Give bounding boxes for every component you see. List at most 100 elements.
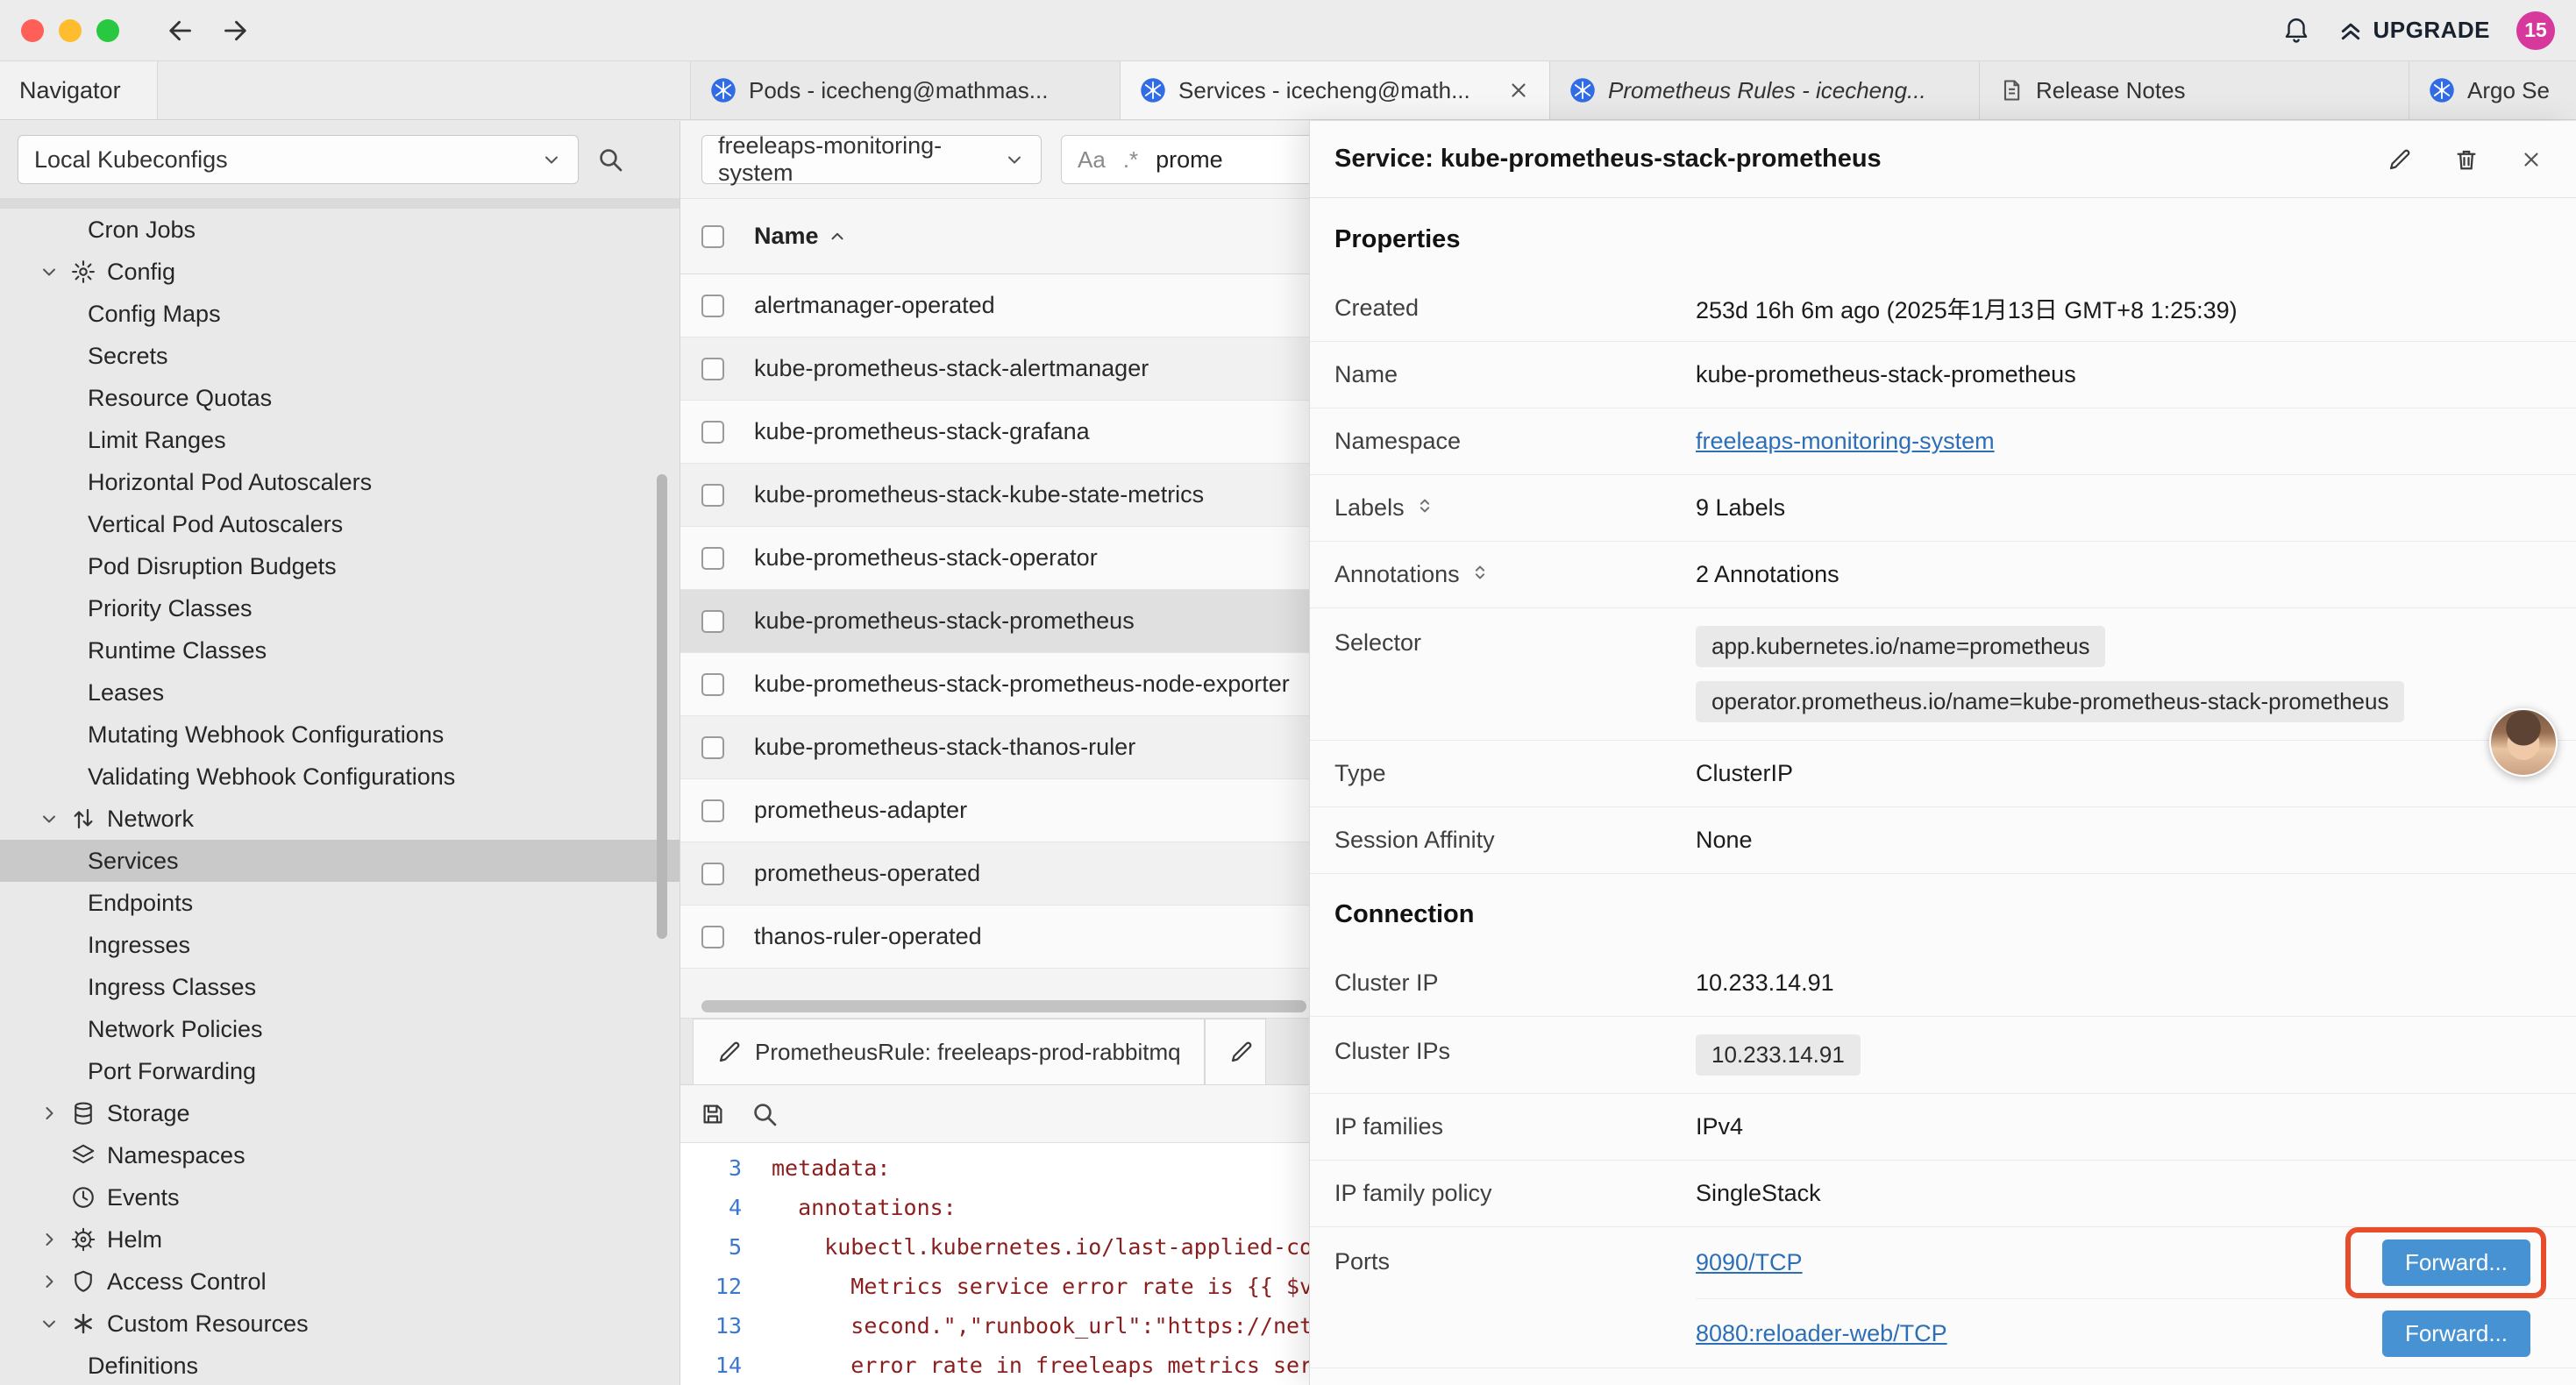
- dock-tab-partial[interactable]: [1205, 1019, 1266, 1084]
- tab-services-icecheng-math[interactable]: Services - icecheng@math...: [1121, 61, 1550, 119]
- sidebar-item-label: Helm: [107, 1226, 162, 1254]
- helm-icon: [70, 1226, 96, 1253]
- save-icon[interactable]: [700, 1101, 726, 1127]
- sidebar-item-ingress-classes[interactable]: Ingress Classes: [0, 966, 680, 1008]
- editor-search-icon[interactable]: [751, 1100, 779, 1128]
- sidebar-item-label: Ingress Classes: [88, 974, 256, 1001]
- sidebar-item-network[interactable]: Network: [0, 798, 680, 840]
- upgrade-button[interactable]: UPGRADE: [2338, 17, 2490, 44]
- tab-prometheus-rules-icecheng[interactable]: Prometheus Rules - icecheng...: [1550, 61, 1980, 119]
- delete-icon[interactable]: [2453, 146, 2480, 173]
- edit-icon[interactable]: [2387, 146, 2413, 173]
- port-link[interactable]: 8080:reloader-web/TCP: [1696, 1320, 2382, 1347]
- sidebar-item-config-maps[interactable]: Config Maps: [0, 293, 680, 335]
- tab-pods-icecheng-mathmas[interactable]: Pods - icecheng@mathmas...: [691, 61, 1121, 119]
- detail-label: Namespace: [1334, 428, 1696, 455]
- sidebar-item-port-forwarding[interactable]: Port Forwarding: [0, 1050, 680, 1092]
- section-heading-connection: Connection: [1310, 874, 2576, 950]
- sidebar-item-horizontal-pod-autoscalers[interactable]: Horizontal Pod Autoscalers: [0, 461, 680, 503]
- row-checkbox[interactable]: [701, 421, 724, 444]
- tab-argo-se[interactable]: Argo Se: [2409, 61, 2576, 119]
- sidebar-item-access-control[interactable]: Access Control: [0, 1261, 680, 1303]
- sidebar-item-ingresses[interactable]: Ingresses: [0, 924, 680, 966]
- row-checkbox[interactable]: [701, 926, 724, 948]
- kubeconfig-selector[interactable]: Local Kubeconfigs: [18, 135, 579, 184]
- detail-value: ClusterIP: [1696, 760, 2576, 787]
- table-search-input[interactable]: Aa .* prome: [1061, 135, 1333, 184]
- forward-button[interactable]: Forward...: [2382, 1310, 2530, 1357]
- row-checkbox[interactable]: [701, 673, 724, 696]
- row-checkbox[interactable]: [701, 799, 724, 822]
- expander-icon[interactable]: [1415, 494, 1434, 522]
- dock-tab-prometheusrule[interactable]: PrometheusRule: freeleaps-prod-rabbitmq: [693, 1019, 1205, 1084]
- detail-value: 253d 16h 6m ago (2025年1月13日 GMT+8 1:25:3…: [1696, 291, 2576, 325]
- close-icon[interactable]: [1507, 79, 1530, 102]
- sidebar-item-helm[interactable]: Helm: [0, 1218, 680, 1261]
- namespace-selector[interactable]: freeleaps-monitoring-system: [701, 135, 1042, 184]
- sidebar-item-leases[interactable]: Leases: [0, 671, 680, 714]
- kubernetes-icon: [710, 77, 737, 103]
- sidebar-item-vertical-pod-autoscalers[interactable]: Vertical Pod Autoscalers: [0, 503, 680, 545]
- row-checkbox[interactable]: [701, 484, 724, 507]
- sidebar-item-resource-quotas[interactable]: Resource Quotas: [0, 377, 680, 419]
- sidebar-item-mutating-webhook-configurations[interactable]: Mutating Webhook Configurations: [0, 714, 680, 756]
- sidebar-item-events[interactable]: Events: [0, 1176, 680, 1218]
- partially-scrolled-item: [0, 198, 680, 209]
- user-avatar[interactable]: [2489, 708, 2558, 777]
- sidebar-item-services[interactable]: Services: [0, 840, 680, 882]
- kubernetes-icon: [1140, 77, 1166, 103]
- row-checkbox[interactable]: [701, 358, 724, 380]
- match-case-toggle[interactable]: Aa: [1078, 146, 1106, 174]
- sidebar-search-icon[interactable]: [596, 146, 624, 174]
- notification-count-badge[interactable]: 15: [2516, 11, 2555, 50]
- back-icon[interactable]: [165, 15, 196, 46]
- row-checkbox[interactable]: [701, 295, 724, 317]
- select-all-checkbox[interactable]: [701, 225, 724, 248]
- forward-icon[interactable]: [219, 15, 251, 46]
- expander-icon[interactable]: [1470, 561, 1490, 588]
- notifications-bell-icon[interactable]: [2281, 16, 2311, 46]
- horizontal-scrollbar[interactable]: [701, 1000, 1306, 1012]
- sidebar-item-network-policies[interactable]: Network Policies: [0, 1008, 680, 1050]
- sidebar-item-storage[interactable]: Storage: [0, 1092, 680, 1134]
- sidebar-item-endpoints[interactable]: Endpoints: [0, 882, 680, 924]
- sidebar-scrollbar[interactable]: [657, 474, 667, 939]
- detail-label: Created: [1334, 295, 1696, 322]
- minimize-window-button[interactable]: [59, 19, 82, 42]
- row-checkbox[interactable]: [701, 610, 724, 633]
- sidebar-item-label: Validating Webhook Configurations: [88, 764, 455, 791]
- sidebar-item-definitions[interactable]: Definitions: [0, 1345, 680, 1385]
- sidebar-item-priority-classes[interactable]: Priority Classes: [0, 587, 680, 629]
- sidebar-item-namespaces[interactable]: Namespaces: [0, 1134, 680, 1176]
- sidebar-item-config[interactable]: Config: [0, 251, 680, 293]
- service-name: alertmanager-operated: [754, 292, 995, 319]
- chevron-down-icon: [39, 261, 60, 282]
- namespace-link[interactable]: freeleaps-monitoring-system: [1696, 428, 1995, 454]
- regex-toggle[interactable]: .*: [1123, 146, 1138, 174]
- row-checkbox[interactable]: [701, 736, 724, 759]
- sidebar-item-secrets[interactable]: Secrets: [0, 335, 680, 377]
- close-icon[interactable]: [2520, 148, 2543, 171]
- zoom-window-button[interactable]: [96, 19, 119, 42]
- sidebar-item-runtime-classes[interactable]: Runtime Classes: [0, 629, 680, 671]
- line-text: metadata:: [772, 1155, 890, 1181]
- sidebar-item-label: Port Forwarding: [88, 1058, 256, 1085]
- port-link[interactable]: 9090/TCP: [1696, 1249, 2345, 1276]
- sidebar-item-validating-webhook-configurations[interactable]: Validating Webhook Configurations: [0, 756, 680, 798]
- name-column-header[interactable]: Name: [754, 223, 847, 250]
- row-checkbox[interactable]: [701, 863, 724, 885]
- close-window-button[interactable]: [21, 19, 44, 42]
- sidebar-item-label: Horizontal Pod Autoscalers: [88, 469, 372, 496]
- sidebar-item-limit-ranges[interactable]: Limit Ranges: [0, 419, 680, 461]
- row-checkbox[interactable]: [701, 547, 724, 570]
- chevron-down-icon: [39, 1313, 60, 1334]
- sidebar-item-pod-disruption-budgets[interactable]: Pod Disruption Budgets: [0, 545, 680, 587]
- tab-label: Prometheus Rules - icecheng...: [1608, 77, 1960, 104]
- sidebar-item-custom-resources[interactable]: Custom Resources: [0, 1303, 680, 1345]
- sidebar-item-cron-jobs[interactable]: Cron Jobs: [0, 209, 680, 251]
- value-chip: operator.prometheus.io/name=kube-prometh…: [1696, 681, 2404, 722]
- tab-release-notes[interactable]: Release Notes: [1980, 61, 2409, 119]
- tab-strip: Navigator Pods - icecheng@mathmas...Serv…: [0, 61, 2576, 120]
- service-name: kube-prometheus-stack-grafana: [754, 418, 1090, 445]
- forward-button[interactable]: Forward...: [2382, 1239, 2530, 1286]
